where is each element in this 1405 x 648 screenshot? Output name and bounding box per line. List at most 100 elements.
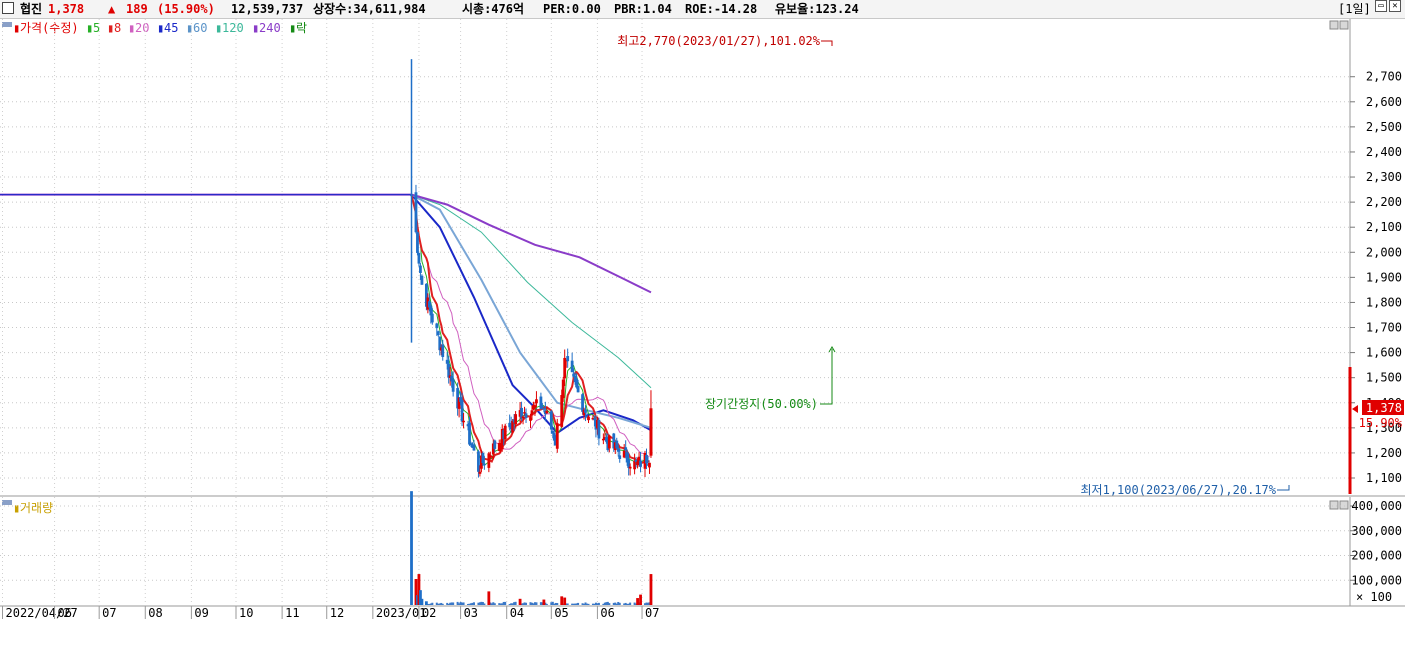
volume-collapse-icon[interactable] — [2, 500, 12, 505]
high-annotation: 최고2,770(2023/01/27),101.02% — [617, 34, 820, 48]
price-tick-label: 1,100 — [1366, 471, 1402, 485]
volume-bar — [462, 602, 465, 605]
volume-bar — [563, 597, 567, 605]
price-tick-label: 2,400 — [1366, 145, 1402, 159]
volume-bar — [608, 603, 611, 605]
volume-maximize-icon[interactable] — [1339, 500, 1349, 510]
volume-bar — [597, 602, 600, 605]
market-cap: 시총:476억 — [462, 2, 525, 16]
volume-pane: ▮ 거래량 100,000200,000300,000400,000 × 100 — [0, 491, 1402, 606]
volume-value: 12,539,737 — [231, 2, 304, 16]
date-tick-label: 04 — [510, 606, 524, 620]
volume-bar — [566, 603, 569, 605]
volume-bar — [556, 603, 559, 605]
volume-grid — [0, 497, 1350, 605]
volume-bars — [410, 491, 653, 605]
date-tick-label: 06 — [58, 606, 72, 620]
legend-item-0: ▮ 5 — [86, 21, 100, 35]
price-tick-label: 1,600 — [1366, 346, 1402, 360]
legend-item-7: ▮ 락 — [289, 21, 307, 35]
volume-bar — [441, 603, 444, 605]
volume-bar — [424, 601, 428, 605]
date-tick-label: 05 — [554, 606, 568, 620]
volume-bar — [514, 601, 517, 605]
date-axis: 2022/04/2706 07 08 09 10 11 12 2023/0102 03 04 05 0… — [2, 606, 659, 620]
volume-bar — [545, 603, 548, 605]
current-price: 1,378 — [48, 2, 85, 16]
volume-bar — [639, 594, 642, 605]
current-price-tag: 1,378 — [1366, 401, 1402, 415]
halt-annotation: 장기간정지(50.00%) — [705, 397, 818, 411]
period-selector[interactable]: [1일] — [1338, 0, 1371, 18]
candle — [490, 456, 494, 458]
price-change: 189 — [126, 2, 148, 16]
stock-name[interactable]: 협진 — [20, 0, 42, 18]
volume-tick-label: 100,000 — [1351, 573, 1402, 587]
volume-bar — [493, 603, 496, 605]
legend-label: 락 — [296, 21, 307, 35]
pane-collapse-icon[interactable] — [2, 22, 12, 27]
legend-label: 120 — [222, 21, 244, 35]
ma-legend: ▮ 5 ▮ 8 ▮ 20 ▮ 45 ▮ 60 ▮ 120 ▮ 240 ▮ 락 — [86, 21, 307, 35]
menu-box-icon[interactable] — [2, 2, 14, 14]
volume-minimize-icon[interactable] — [1329, 500, 1339, 510]
legend-item-5: ▮ 120 — [215, 21, 244, 35]
volume-axis: 100,000 200,000 300,000 400,000 — [1350, 499, 1402, 587]
date-tick-label: 02 — [422, 606, 436, 620]
price-tick-label: 2,000 — [1366, 245, 1402, 259]
price-change-pct: (15.90%) — [157, 2, 215, 16]
roe-value: ROE:-14.28 — [685, 2, 758, 16]
volume-bar — [542, 599, 546, 605]
legend-item-1: ▮ 8 — [107, 21, 121, 35]
restore-button[interactable]: ▭ — [1375, 0, 1387, 12]
price-tick-label: 1,700 — [1366, 321, 1402, 335]
price-tick-label: 1,500 — [1366, 371, 1402, 385]
volume-tick-label: 400,000 — [1351, 499, 1402, 513]
volume-tick-label: 300,000 — [1351, 524, 1402, 538]
volume-bar — [504, 601, 507, 605]
price-tick-label: 1,200 — [1366, 446, 1402, 460]
date-tick-label: 07 — [102, 606, 116, 620]
stock-header: 협진 1,378 ▲ 189 (15.90%) 12,539,737 상장수:3… — [0, 0, 1405, 19]
legend-item-3: ▮ 45 — [157, 21, 178, 35]
volume-bar — [587, 603, 590, 605]
volume-bar — [636, 598, 639, 605]
price-tick-label: 2,100 — [1366, 220, 1402, 234]
volume-bar — [420, 598, 424, 605]
close-button[interactable]: ✕ — [1389, 0, 1401, 12]
volume-bar — [472, 602, 475, 605]
per-value: PER:0.00 — [543, 2, 601, 16]
volume-bar — [629, 602, 632, 605]
legend-label: 60 — [193, 21, 207, 35]
candle — [555, 418, 559, 453]
volume-unit: × 100 — [1356, 590, 1392, 604]
legend-label: 45 — [164, 21, 178, 35]
price-tick-label: 1,900 — [1366, 270, 1402, 284]
candle — [420, 274, 424, 285]
legend-label: 240 — [259, 21, 281, 35]
volume-bar — [618, 602, 621, 605]
volume-bar — [649, 574, 653, 605]
volume-bar — [431, 602, 434, 605]
legend-volume-label: 거래량 — [20, 501, 53, 515]
price-tick-label: 2,300 — [1366, 170, 1402, 184]
candle — [416, 231, 419, 256]
up-triangle-icon: ▲ — [108, 2, 116, 16]
date-tick-label: 08 — [148, 606, 162, 620]
listed-shares: 상장수:34,611,984 — [313, 2, 426, 16]
date-tick-label: 10 — [239, 606, 253, 620]
pane-minimize-icon[interactable] — [1329, 20, 1339, 30]
volume-tick-label: 200,000 — [1351, 549, 1402, 563]
pane-maximize-icon[interactable] — [1339, 20, 1349, 30]
legend-price-label: 가격(수정) — [20, 21, 79, 35]
volume-bar — [483, 603, 486, 605]
stock-chart: ▮ 가격(수정) ▮ 5 ▮ 8 ▮ 20 ▮ 45 ▮ 60 ▮ 120 ▮ 240 ▮ 락 최고2,770… — [0, 19, 1405, 620]
legend-item-6: ▮ 240 — [252, 21, 281, 35]
date-tick-label: 12 — [330, 606, 344, 620]
legend-item-4: ▮ 60 — [186, 21, 207, 35]
legend-label: 20 — [135, 21, 149, 35]
volume-bar — [487, 591, 491, 605]
date-tick-label: 03 — [464, 606, 478, 620]
price-tick-label: 1,800 — [1366, 295, 1402, 309]
legend-label: 8 — [114, 21, 121, 35]
